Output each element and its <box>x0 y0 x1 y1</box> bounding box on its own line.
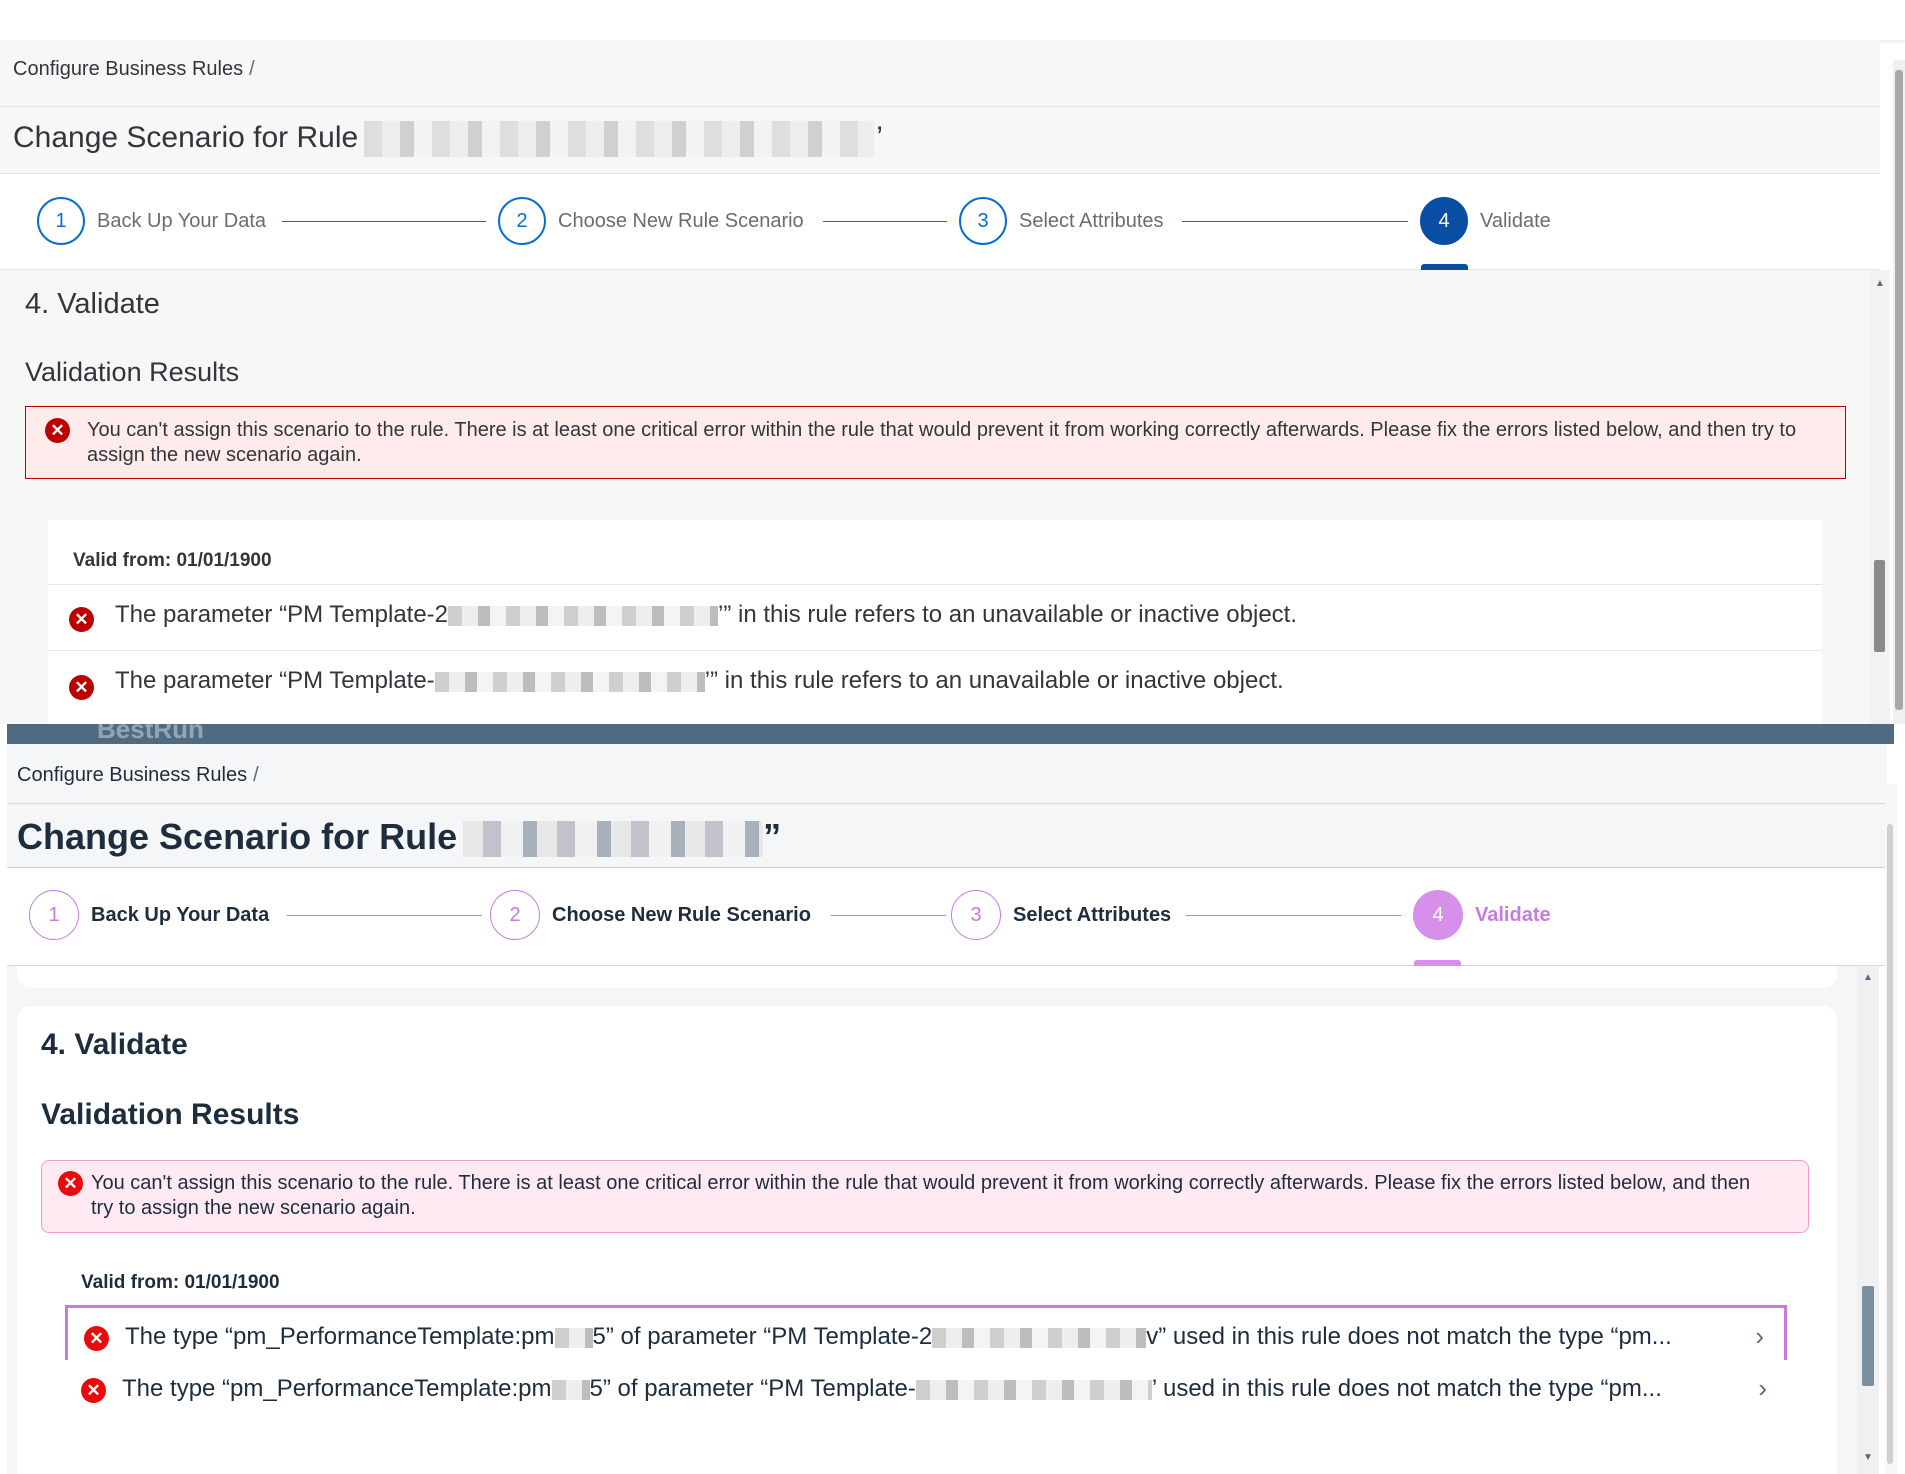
wizard-step-3[interactable]: 3 Select Attributes <box>959 196 1164 246</box>
scrollbar-thumb[interactable] <box>1874 560 1885 652</box>
redacted-rule-name <box>463 821 764 858</box>
validation-list: Valid from: 01/01/1900 ✕ The parameter “… <box>48 520 1822 724</box>
error-icon: ✕ <box>45 418 70 443</box>
error-message-strip: ✕ You can't assign this scenario to the … <box>25 406 1846 479</box>
redacted-text <box>915 1379 1152 1400</box>
breadcrumb: Configure Business Rules / <box>7 744 1887 804</box>
scroll-up-icon[interactable]: ▲ <box>1863 972 1873 983</box>
shell-bar: BestRun <box>7 724 1894 744</box>
validation-results-title: Validation Results <box>41 1098 300 1131</box>
error-message-strip: ✕ You can't assign this scenario to the … <box>41 1160 1809 1233</box>
breadcrumb-link[interactable]: Configure Business Rules <box>13 58 243 80</box>
list-item[interactable]: ✕ The parameter “PM Template-’” in this … <box>48 650 1822 716</box>
breadcrumb-link[interactable]: Configure Business Rules <box>17 764 247 786</box>
scroll-down-icon[interactable]: ▼ <box>1863 1452 1873 1463</box>
page-title-text: Change Scenario for Rule <box>17 816 458 857</box>
step-label: Validate <box>1475 903 1551 926</box>
horizon-theme-panel: BestRun Configure Business Rules / Change… <box>0 724 1905 1474</box>
content-scrollbar[interactable]: ▲ <box>1870 270 1890 724</box>
error-icon: ✕ <box>84 1326 109 1351</box>
breadcrumb-separator: / <box>249 58 255 80</box>
wizard-step-1[interactable]: 1 Back Up Your Data <box>37 196 266 246</box>
step-connector <box>823 221 947 222</box>
step-label: Back Up Your Data <box>91 903 270 926</box>
step-number: 1 <box>29 890 79 940</box>
step-number: 3 <box>959 197 1007 245</box>
chevron-right-icon[interactable]: › <box>1755 1321 1764 1352</box>
wizard-content: 4. Validate Validation Results ✕ You can… <box>7 966 1857 1474</box>
step-number: 4 <box>1420 197 1468 245</box>
error-message-text: You can't assign this scenario to the ru… <box>91 1172 1751 1219</box>
breadcrumb: Configure Business Rules / <box>0 40 1880 107</box>
page-title-text: Change Scenario for Rule <box>13 121 359 154</box>
step-number: 2 <box>490 890 540 940</box>
step-label: Back Up Your Data <box>97 209 266 232</box>
title-quote: ” <box>763 816 782 857</box>
chevron-right-icon[interactable]: › <box>1758 1373 1767 1404</box>
title-quote: ’ <box>876 121 883 154</box>
section-title: 4. Validate <box>41 1028 188 1061</box>
wizard-step-2[interactable]: 2 Choose New Rule Scenario <box>490 890 811 940</box>
step-label: Select Attributes <box>1019 209 1164 232</box>
step-number: 3 <box>951 890 1001 940</box>
valid-from-header: Valid from: 01/01/1900 <box>81 1272 280 1293</box>
step-label: Choose New Rule Scenario <box>552 903 811 926</box>
list-item[interactable]: ✕ The type “pm_PerformanceTemplate:pm 5” … <box>65 1360 1787 1420</box>
previous-card-edge <box>17 966 1837 988</box>
step-number: 4 <box>1413 890 1463 940</box>
list-item[interactable]: ✕ The parameter “PM Template-2’” in this… <box>48 584 1822 650</box>
page-scrollbar[interactable] <box>1893 60 1905 724</box>
redacted-text <box>554 1327 593 1348</box>
page-scrollbar[interactable] <box>1885 784 1897 1474</box>
validation-results-title: Validation Results <box>25 357 240 387</box>
wizard-step-4[interactable]: 4 Validate <box>1420 196 1551 246</box>
page-title: Change Scenario for Rule ” <box>7 804 1887 868</box>
list-item-text: The type “pm_PerformanceTemplate:pm 5” of… <box>122 1375 1662 1402</box>
scrollbar-thumb[interactable] <box>1887 824 1893 1464</box>
step-number: 2 <box>498 197 546 245</box>
list-item-text: The type “pm_PerformanceTemplate:pm 5” of… <box>125 1323 1672 1350</box>
error-icon: ✕ <box>69 607 94 632</box>
wizard-step-3[interactable]: 3 Select Attributes <box>951 890 1171 940</box>
brand-logo[interactable]: BestRun <box>97 724 204 745</box>
redacted-text <box>932 1327 1147 1348</box>
scrollbar-thumb[interactable] <box>1862 1286 1874 1386</box>
error-message-text: You can't assign this scenario to the ru… <box>87 419 1797 466</box>
scroll-up-icon[interactable]: ▲ <box>1875 278 1885 289</box>
step-connector <box>831 915 946 916</box>
error-icon: ✕ <box>81 1378 106 1403</box>
valid-from-header: Valid from: 01/01/1900 <box>73 550 272 571</box>
list-item-selected[interactable]: ✕ The type “pm_PerformanceTemplate:pm 5” … <box>65 1305 1787 1365</box>
error-icon: ✕ <box>58 1171 83 1196</box>
step-label: Choose New Rule Scenario <box>558 209 804 232</box>
content-scrollbar[interactable]: ▲ ▼ <box>1857 966 1879 1474</box>
redacted-rule-name <box>364 121 875 158</box>
classic-theme-panel: Configure Business Rules / Change Scenari… <box>0 0 1905 724</box>
shell-bar <box>0 0 1905 40</box>
validate-card: 4. Validate Validation Results ✕ You can… <box>17 1006 1837 1474</box>
wizard-step-4[interactable]: 4 Validate <box>1413 890 1551 940</box>
redacted-text <box>551 1379 590 1400</box>
error-icon: ✕ <box>69 675 94 700</box>
step-connector <box>1186 915 1401 916</box>
wizard-step-1[interactable]: 1 Back Up Your Data <box>29 890 269 940</box>
wizard-progress-bar: 1 Back Up Your Data 2 Choose New Rule Sc… <box>7 868 1887 966</box>
step-label: Validate <box>1480 209 1551 232</box>
list-item-text: The parameter “PM Template-2’” in this r… <box>115 601 1297 628</box>
page-title: Change Scenario for Rule ’ <box>0 107 1880 174</box>
wizard-step-2[interactable]: 2 Choose New Rule Scenario <box>498 196 804 246</box>
step-connector <box>282 221 486 222</box>
redacted-text <box>434 671 705 692</box>
wizard-progress-bar: 1 Back Up Your Data 2 Choose New Rule Sc… <box>0 174 1880 270</box>
step-connector <box>1182 221 1408 222</box>
step-connector <box>287 915 482 916</box>
list-item-text: The parameter “PM Template-’” in this ru… <box>115 667 1284 694</box>
step-number: 1 <box>37 197 85 245</box>
redacted-text <box>448 605 719 626</box>
wizard-content: 4. Validate Validation Results ✕ You can… <box>0 270 1870 724</box>
step-label: Select Attributes <box>1013 903 1172 926</box>
section-title: 4. Validate <box>25 288 160 320</box>
breadcrumb-separator: / <box>253 764 259 786</box>
scrollbar-thumb[interactable] <box>1895 70 1903 710</box>
